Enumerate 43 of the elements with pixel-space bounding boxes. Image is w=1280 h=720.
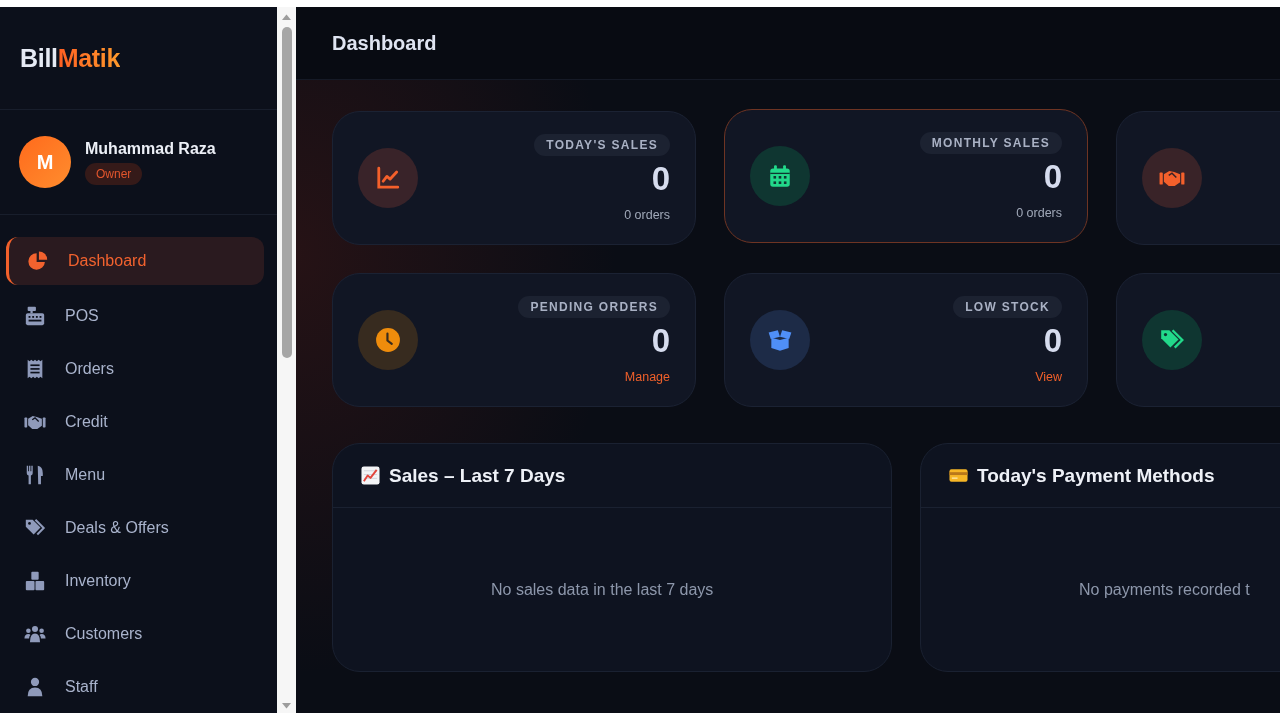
panel-title: Today's Payment Methods xyxy=(977,464,1215,487)
order-count: 0 orders xyxy=(1016,205,1062,220)
fork-knife-icon xyxy=(24,464,46,486)
line-chart-icon xyxy=(358,148,418,208)
card-link[interactable]: Manage xyxy=(624,369,670,384)
user-avatar: M xyxy=(19,136,71,188)
empty-message: No sales data in the last 7 days xyxy=(491,580,714,599)
clock-icon xyxy=(358,310,418,370)
nav-item[interactable]: Orders xyxy=(6,347,264,391)
cash-register-icon xyxy=(24,305,46,327)
user-name: Muhammad Raza xyxy=(85,139,216,158)
people-icon xyxy=(24,623,46,645)
nav-item[interactable]: Dashboard xyxy=(6,237,264,285)
stat-label: PENDING ORDERS xyxy=(518,296,670,319)
stat-value: 0 xyxy=(651,161,670,198)
calendar-icon xyxy=(750,146,810,206)
scrollbar[interactable] xyxy=(277,7,296,713)
nav-item[interactable]: Deals & Offers xyxy=(6,506,264,550)
nav-item[interactable]: Customers xyxy=(6,612,264,656)
handshake-icon xyxy=(1142,148,1202,208)
nav-item[interactable]: Inventory xyxy=(6,559,264,603)
stat-label: MONTHLY SALES xyxy=(919,132,1062,155)
tags-icon xyxy=(1142,310,1202,370)
boxes-icon xyxy=(24,570,46,592)
panel-title: Sales – Last 7 Days xyxy=(389,464,566,487)
nav-item[interactable]: POS xyxy=(6,294,264,338)
empty-message: No payments recorded t xyxy=(1079,580,1250,599)
stat-value: 0 xyxy=(1043,159,1062,196)
pie-chart-icon xyxy=(27,250,49,272)
nav-item[interactable]: Menu xyxy=(6,453,264,497)
card-link[interactable]: View xyxy=(1035,369,1062,384)
page-title: Dashboard xyxy=(332,31,437,55)
stat-value: 0 xyxy=(1043,323,1062,360)
nav-item[interactable]: Credit xyxy=(6,400,264,444)
order-count: 0 orders xyxy=(624,207,670,222)
stat-label: LOW STOCK xyxy=(953,296,1062,319)
credit-card-icon xyxy=(949,466,968,485)
line-chart-icon xyxy=(361,466,380,485)
role-badge: Owner xyxy=(85,162,143,185)
stat-label: TODAY'S SALES xyxy=(534,134,670,157)
open-box-icon xyxy=(750,310,810,370)
nav-item[interactable]: Staff xyxy=(6,665,264,709)
stat-value: 0 xyxy=(651,323,670,360)
